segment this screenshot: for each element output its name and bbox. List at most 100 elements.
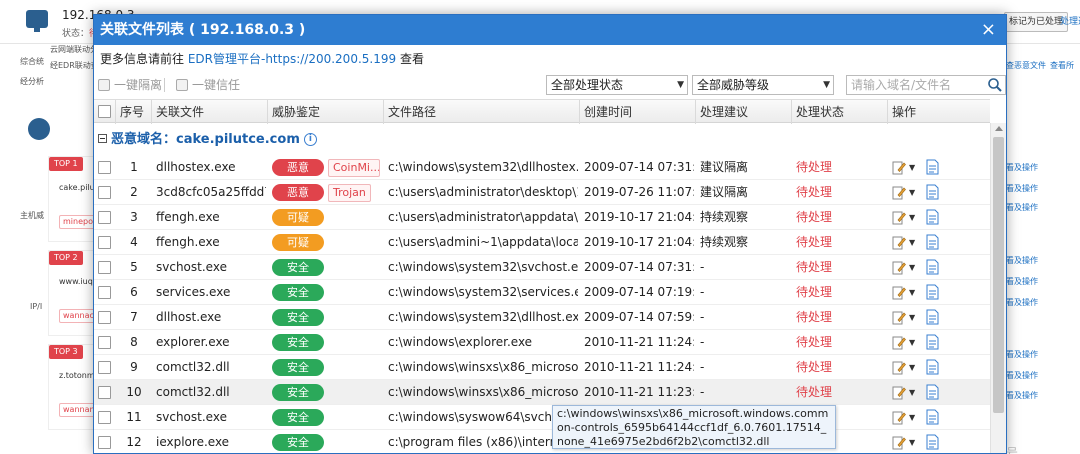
row-file-path[interactable]: c:\windows\winsxs\x86_microsoft.... (388, 355, 578, 380)
document-icon[interactable] (926, 384, 939, 400)
chevron-down-icon[interactable]: ▼ (909, 355, 915, 380)
edit-icon[interactable] (892, 410, 906, 425)
chevron-down-icon[interactable]: ▼ (909, 205, 915, 230)
trust-all-button[interactable]: 一键信任 (174, 75, 240, 95)
table-row[interactable]: 1 dllhostex.exe 恶意 CoinMi... c:\windows\syst… (94, 155, 990, 180)
edit-icon[interactable] (892, 385, 906, 400)
bg-top-card-2[interactable]: TOP 2 www.iuqe wannacr (48, 250, 102, 336)
row-checkbox[interactable] (98, 386, 111, 399)
chevron-down-icon[interactable]: ▼ (909, 305, 915, 330)
bg-nav-2[interactable]: 经分析 (20, 76, 44, 87)
row-checkbox[interactable] (98, 411, 111, 424)
row-checkbox[interactable] (98, 286, 111, 299)
edit-icon[interactable] (892, 160, 906, 175)
row-checkbox[interactable] (98, 236, 111, 249)
row-file-name[interactable]: services.exe (156, 280, 266, 305)
chevron-down-icon[interactable]: ▼ (909, 380, 915, 405)
edit-icon[interactable] (892, 185, 906, 200)
row-file-path[interactable]: c:\users\administrator\appdata\loc... (388, 205, 578, 230)
view-operate-link[interactable]: 看及操作 (1006, 390, 1038, 401)
table-row[interactable]: 11 svchost.exe 安全 c:\windows\syswow64\svcho… (94, 405, 990, 430)
col-path[interactable]: 文件路径 (384, 100, 580, 124)
close-icon[interactable]: × (981, 15, 996, 45)
document-icon[interactable] (926, 334, 939, 350)
row-file-name[interactable]: svchost.exe (156, 405, 266, 430)
view-operate-link[interactable]: 看及操作 (1006, 276, 1038, 287)
edit-icon[interactable] (892, 210, 906, 225)
chevron-down-icon[interactable]: ▼ (909, 330, 915, 355)
col-file[interactable]: 关联文件 (152, 100, 268, 124)
row-file-name[interactable]: dllhostex.exe (156, 155, 266, 180)
row-file-name[interactable]: iexplore.exe (156, 430, 266, 453)
info-icon[interactable]: i (303, 133, 317, 146)
row-file-path[interactable]: c:\windows\explorer.exe (388, 330, 578, 355)
document-icon[interactable] (926, 284, 939, 300)
chevron-down-icon[interactable]: ▼ (909, 405, 915, 430)
table-row[interactable]: 9 comctl32.dll 安全 c:\windows\winsxs\x86_mic… (94, 355, 990, 380)
row-file-name[interactable]: explorer.exe (156, 330, 266, 355)
col-created[interactable]: 创建时间 (580, 100, 696, 124)
bg-nav-1[interactable]: 综合统 (20, 56, 44, 67)
edit-icon[interactable] (892, 435, 906, 450)
edit-icon[interactable] (892, 260, 906, 275)
row-file-path[interactable]: c:\windows\system32\dllhost.exe (388, 305, 578, 330)
row-file-path[interactable]: c:\windows\system32\dllhostex.exe (388, 155, 578, 180)
row-file-name[interactable]: comctl32.dll (156, 380, 266, 405)
document-icon[interactable] (926, 434, 939, 450)
row-file-path[interactable]: c:\windows\system32\services.exe (388, 280, 578, 305)
row-checkbox[interactable] (98, 311, 111, 324)
document-icon[interactable] (926, 259, 939, 275)
row-file-name[interactable]: 3cd8cfc05a25ffdd7... (156, 180, 266, 205)
scroll-up-icon[interactable] (995, 126, 1003, 131)
row-checkbox[interactable] (98, 161, 111, 174)
isolate-all-button[interactable]: 一键隔离 (96, 75, 162, 95)
row-file-path[interactable]: c:\windows\syswow64\svchost.e (388, 405, 578, 430)
document-icon[interactable] (926, 359, 939, 375)
row-checkbox[interactable] (98, 336, 111, 349)
chevron-down-icon[interactable]: ▼ (909, 180, 915, 205)
chevron-down-icon[interactable]: ▼ (909, 430, 915, 453)
collapse-icon[interactable] (98, 134, 107, 143)
chevron-down-icon[interactable]: ▼ (909, 280, 915, 305)
bg-top-card-1[interactable]: TOP 1 cake.pilut minepoo (48, 156, 102, 242)
row-checkbox[interactable] (98, 211, 111, 224)
scrollbar[interactable] (990, 123, 1006, 453)
edr-platform-link[interactable]: EDR管理平台-https://200.200.5.199 (188, 52, 396, 66)
row-file-path[interactable]: c:\users\administrator\desktop\12... (388, 180, 578, 205)
document-icon[interactable] (926, 309, 939, 325)
threat-filter-select[interactable]: 全部威胁等级 ▼ (692, 75, 834, 95)
handle-selected-link[interactable]: 处理选 (1060, 14, 1080, 27)
row-checkbox[interactable] (98, 186, 111, 199)
search-input[interactable]: 请输入域名/文件名 (846, 75, 1006, 95)
document-icon[interactable] (926, 234, 939, 250)
document-icon[interactable] (926, 209, 939, 225)
table-row[interactable]: 10 comctl32.dll 安全 c:\windows\winsxs\x86_mi… (94, 380, 990, 405)
row-file-path[interactable]: c:\windows\system32\svchost.exe (388, 255, 578, 280)
document-icon[interactable] (926, 409, 939, 425)
row-file-name[interactable]: dllhost.exe (156, 305, 266, 330)
col-index[interactable]: 序号 (116, 100, 152, 124)
table-row[interactable]: 3 ffengh.exe 可疑 c:\users\administrator\appd… (94, 205, 990, 230)
table-row[interactable]: 2 3cd8cfc05a25ffdd7... 恶意Trojan c:\users\ad… (94, 180, 990, 205)
col-threat[interactable]: 威胁鉴定 (268, 100, 384, 124)
row-checkbox[interactable] (98, 361, 111, 374)
table-row[interactable]: 7 dllhost.exe 安全 c:\windows\system32\dllhos… (94, 305, 990, 330)
status-filter-select[interactable]: 全部处理状态 ▼ (546, 75, 688, 95)
view-operate-link[interactable]: 看及操作 (1006, 183, 1038, 194)
row-file-path[interactable]: c:\users\admini~1\appdata\local\t... (388, 230, 578, 255)
scroll-thumb[interactable] (993, 137, 1004, 413)
edit-icon[interactable] (892, 335, 906, 350)
view-operate-link[interactable]: 看及操作 (1006, 297, 1038, 308)
view-operate-link[interactable]: 看及操作 (1006, 162, 1038, 173)
row-file-path[interactable]: c:\program files (x86)\internet e (388, 430, 578, 453)
table-row[interactable]: 6 services.exe 安全 c:\windows\system32\servi… (94, 280, 990, 305)
col-actions[interactable]: 操作 (888, 100, 990, 124)
edit-icon[interactable] (892, 285, 906, 300)
row-file-path[interactable]: c:\windows\winsxs\x86_microsoft.... (388, 380, 578, 405)
table-row[interactable]: 12 iexplore.exe 安全 c:\program files (x86)\i… (94, 430, 990, 453)
view-operate-link[interactable]: 看及操作 (1006, 255, 1038, 266)
table-row[interactable]: 5 svchost.exe 安全 c:\windows\system32\svchos… (94, 255, 990, 280)
bg-top-card-3[interactable]: TOP 3 z.totonm wannam (48, 344, 102, 430)
view-operate-link[interactable]: 看及操作 (1006, 370, 1038, 381)
col-status[interactable]: 处理状态 (792, 100, 888, 124)
